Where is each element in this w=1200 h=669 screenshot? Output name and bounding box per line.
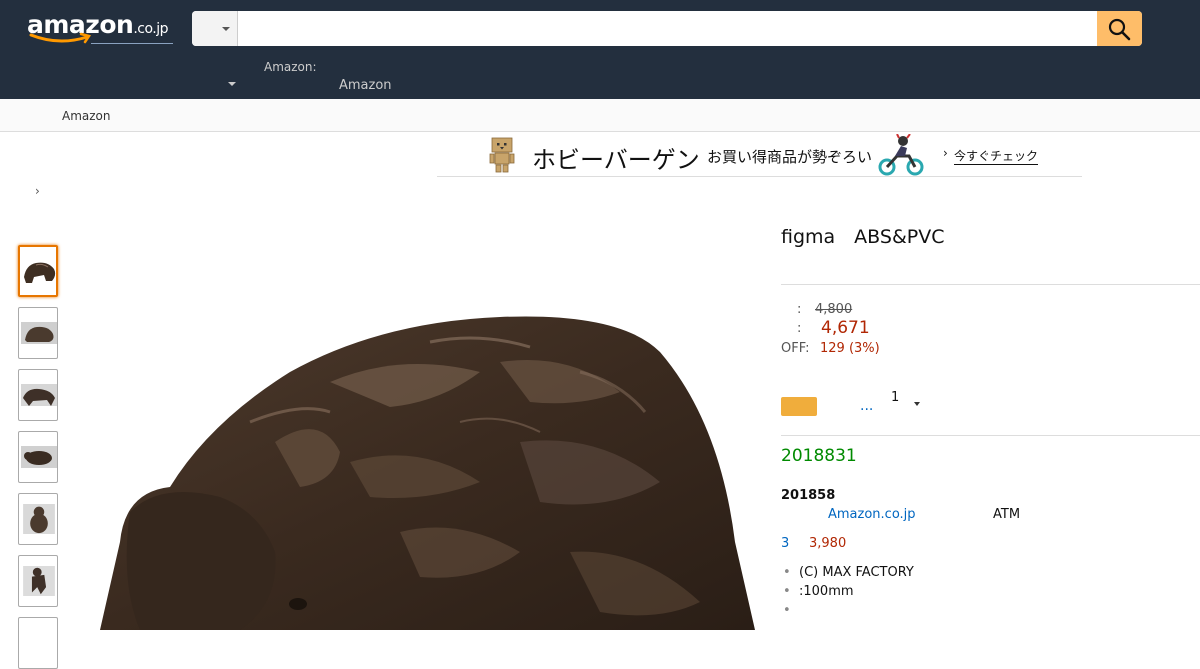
sub-navigation: Amazon [0, 99, 1200, 132]
cardboard-robot-icon [489, 137, 515, 173]
main-product-image[interactable] [100, 312, 755, 630]
thumbnail-7[interactable] [18, 617, 58, 669]
search-button[interactable] [1097, 11, 1142, 46]
search-icon [1108, 18, 1131, 41]
list-price-label: : [797, 302, 802, 317]
quantity-select[interactable]: 1 [887, 388, 927, 412]
divider [781, 435, 1200, 436]
banner-cta-link[interactable]: 今すぐチェック [954, 147, 1039, 165]
bear-thumbnail-icon [23, 566, 55, 596]
thumbnail-4[interactable] [18, 431, 58, 483]
search-category-dropdown[interactable] [192, 11, 238, 46]
thumbnail-2[interactable] [18, 307, 58, 359]
divider [781, 284, 1200, 285]
discount-value: 129 (3%) [820, 341, 880, 356]
subnav-link[interactable]: Amazon [62, 109, 111, 123]
caret-down-icon [222, 27, 230, 31]
bear-thumbnail-icon [21, 446, 57, 468]
nav-account-link[interactable]: Amazon [339, 78, 392, 93]
thumbnail-5[interactable] [18, 493, 58, 545]
other-offers-price: 3,980 [809, 536, 847, 551]
price-label: : [797, 321, 802, 336]
bullet-dot: • [783, 565, 791, 580]
discount-label: OFF: [781, 341, 810, 356]
add-to-cart-button[interactable] [781, 397, 817, 416]
top-header: amazon.co.jp Amazon: Amazon [0, 0, 1200, 99]
more-options-link[interactable]: ... [860, 398, 873, 414]
seller-link[interactable]: Amazon.co.jp [828, 507, 916, 522]
bullet-dot: • [783, 603, 791, 618]
nav-dropdown-caret-icon[interactable] [228, 82, 236, 86]
feature-bullet: :100mm [799, 584, 854, 599]
bear-figure-image [100, 316, 755, 630]
motorcycle-rider-icon [878, 134, 924, 176]
amazon-logo[interactable]: amazon.co.jp [27, 10, 173, 46]
product-title: figma ABS&PVC [781, 226, 945, 248]
search-input[interactable] [239, 11, 1097, 46]
logo-smile-icon [29, 32, 92, 44]
thumbnail-3[interactable] [18, 369, 58, 421]
bullet-dot: • [783, 584, 791, 599]
caret-down-icon [914, 402, 920, 406]
price: 4,671 [821, 318, 870, 338]
bear-thumbnail-icon [21, 384, 57, 406]
other-offers-count[interactable]: 3 [781, 536, 789, 551]
chevron-right-icon: › [943, 146, 948, 160]
list-price: 4,800 [815, 302, 853, 317]
delivery-code: 201858 [781, 488, 836, 503]
bear-thumbnail-icon [24, 262, 56, 283]
nav-account-label[interactable]: Amazon: [264, 60, 317, 74]
payment-atm: ATM [993, 507, 1021, 522]
banner-title: ホビーバーゲン [532, 146, 700, 174]
promo-banner[interactable]: ホビーバーゲン お買い得商品が勢ぞろい › 今すぐチェック [437, 133, 1082, 177]
quantity-value: 1 [891, 390, 900, 405]
thumbnail-6[interactable] [18, 555, 58, 607]
bear-thumbnail-icon [23, 504, 55, 534]
bear-thumbnail-icon [21, 322, 57, 344]
feature-bullet: (C) MAX FACTORY [799, 565, 914, 580]
logo-underline [91, 43, 173, 44]
stock-status: 2018831 [781, 446, 857, 466]
thumbnail-1[interactable] [18, 245, 58, 297]
breadcrumb-separator: › [35, 184, 40, 198]
banner-subtitle: お買い得商品が勢ぞろい [707, 148, 873, 166]
search-bar [192, 11, 1142, 46]
